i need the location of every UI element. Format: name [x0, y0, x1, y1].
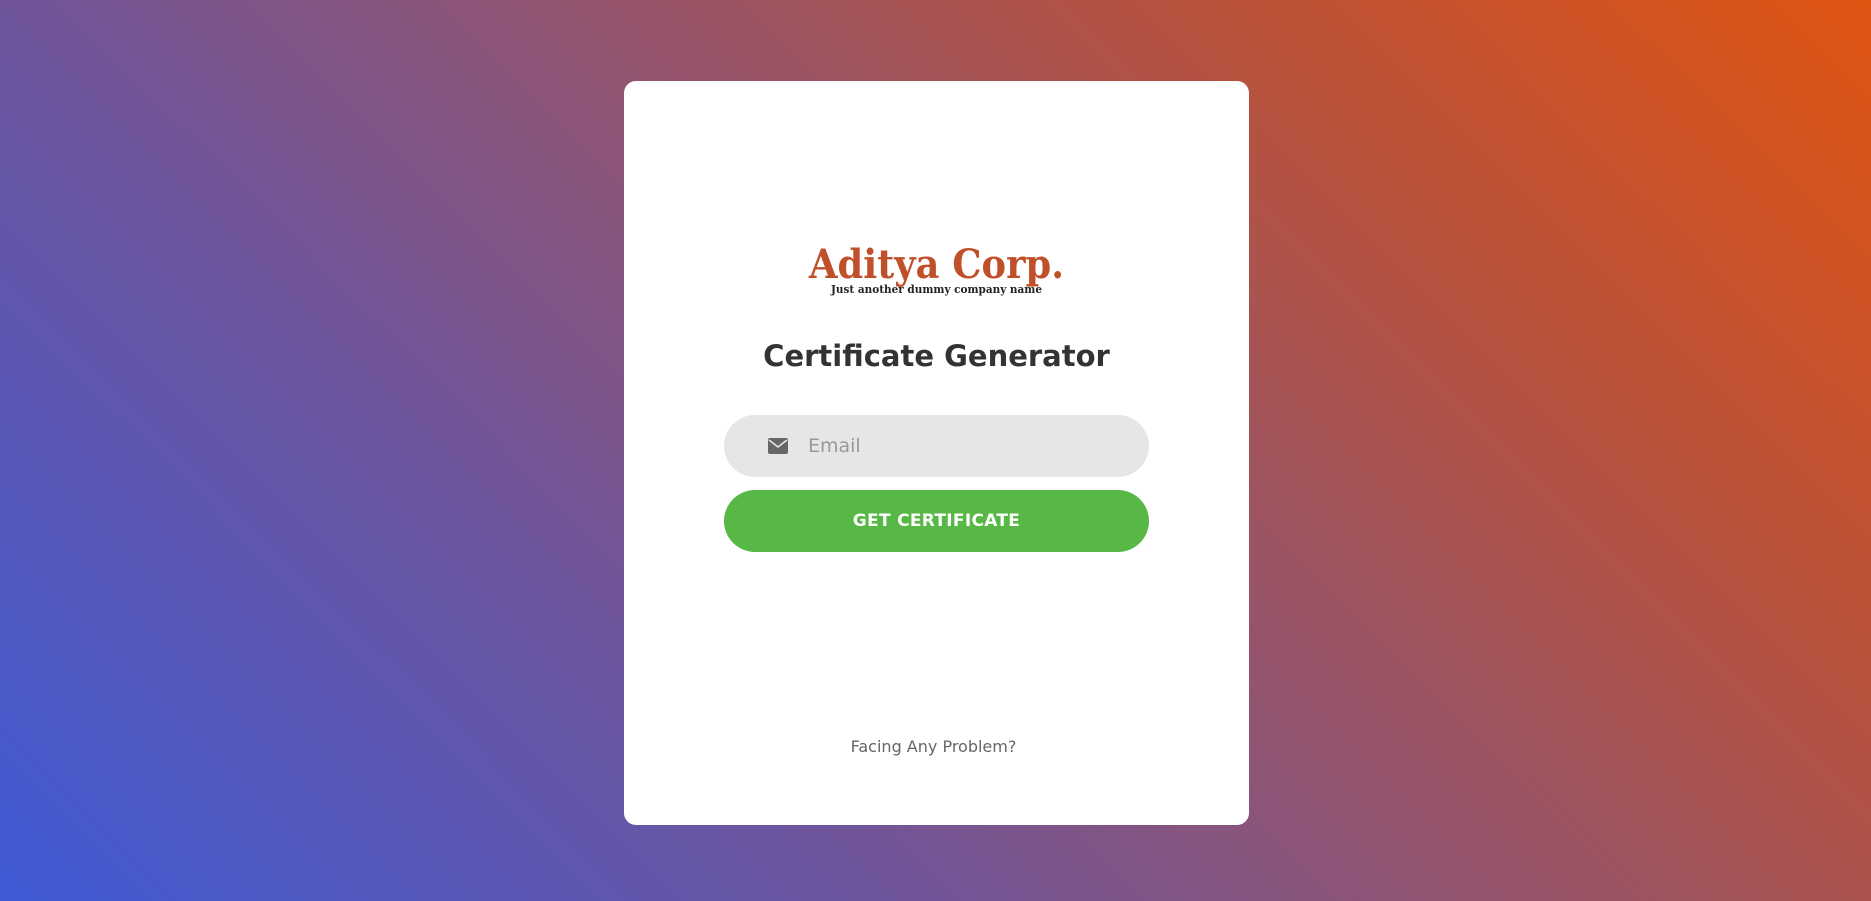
logo-tagline: Just another dummy company name — [830, 283, 1043, 296]
email-input[interactable] — [808, 415, 1128, 477]
facing-problem-link[interactable]: Facing Any Problem? — [618, 737, 1249, 756]
logo-name: Aditya Corp. — [808, 241, 1065, 288]
certificate-card: Aditya Corp. Just another dummy company … — [624, 81, 1249, 825]
page-title: Certificate Generator — [763, 339, 1110, 373]
email-field-wrapper — [724, 415, 1149, 477]
envelope-icon — [768, 438, 788, 454]
get-certificate-button[interactable]: GET CERTIFICATE — [724, 490, 1149, 552]
company-logo: Aditya Corp. Just another dummy company … — [624, 243, 1249, 296]
